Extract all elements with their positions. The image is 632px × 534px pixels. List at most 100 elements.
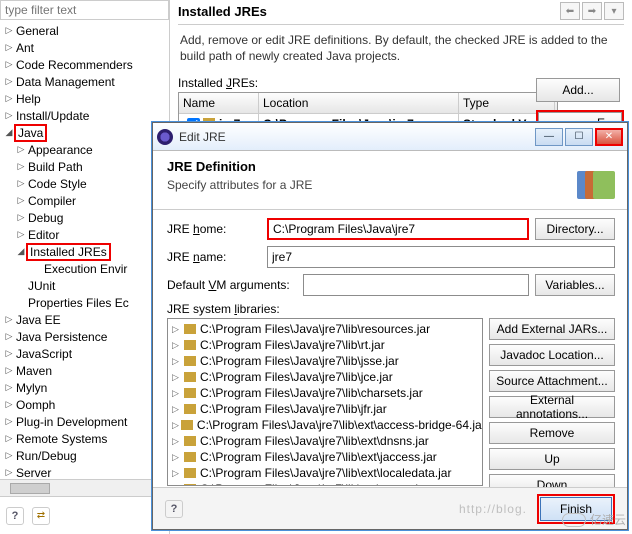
expand-icon[interactable]: ▷ <box>4 382 14 393</box>
expand-icon[interactable]: ▷ <box>4 399 14 410</box>
col-location[interactable]: Location <box>259 93 459 113</box>
expand-icon[interactable]: ▷ <box>4 314 14 325</box>
tree-item-code-recommenders[interactable]: ▷Code Recommenders <box>0 56 169 73</box>
expand-icon[interactable]: ▷ <box>4 42 14 53</box>
expand-icon[interactable]: ▷ <box>4 450 14 461</box>
tree-item-general[interactable]: ▷General <box>0 22 169 39</box>
expand-icon[interactable]: ▷ <box>4 416 14 427</box>
jre-home-input[interactable] <box>267 218 529 240</box>
tree-item-debug[interactable]: ▷Debug <box>0 209 169 226</box>
expand-icon[interactable]: ▷ <box>172 356 182 367</box>
library-item[interactable]: ▷C:\Program Files\Java\jre7\lib\charsets… <box>168 385 482 401</box>
dialog-titlebar[interactable]: Edit JRE — ☐ ✕ <box>153 123 627 151</box>
expand-icon[interactable]: ▷ <box>16 195 26 206</box>
tree-item-java-persistence[interactable]: ▷Java Persistence <box>0 328 169 345</box>
tree-item-build-path[interactable]: ▷Build Path <box>0 158 169 175</box>
directory-button[interactable]: Directory... <box>535 218 615 240</box>
expand-icon[interactable]: ▷ <box>4 93 14 104</box>
tree-item-execution-envir[interactable]: Execution Envir <box>0 260 169 277</box>
expand-icon[interactable]: ▷ <box>172 436 182 447</box>
expand-icon[interactable]: ▷ <box>172 324 182 335</box>
tree-item-java[interactable]: ◢Java <box>0 124 169 141</box>
filter-input[interactable] <box>0 0 169 20</box>
expand-icon[interactable]: ▷ <box>4 25 14 36</box>
tree-item-editor[interactable]: ▷Editor <box>0 226 169 243</box>
library-item[interactable]: ▷C:\Program Files\Java\jre7\lib\jfr.jar <box>168 401 482 417</box>
library-item[interactable]: ▷C:\Program Files\Java\jre7\lib\ext\acce… <box>168 417 482 433</box>
expand-icon[interactable]: ▷ <box>16 212 26 223</box>
tree-item-mylyn[interactable]: ▷Mylyn <box>0 379 169 396</box>
tree-item-properties-files-ec[interactable]: Properties Files Ec <box>0 294 169 311</box>
expand-icon[interactable]: ▷ <box>4 76 14 87</box>
library-item[interactable]: ▷C:\Program Files\Java\jre7\lib\ext\dnsn… <box>168 433 482 449</box>
tree-item-maven[interactable]: ▷Maven <box>0 362 169 379</box>
tree-item-data-management[interactable]: ▷Data Management <box>0 73 169 90</box>
maximize-button[interactable]: ☐ <box>565 128 593 146</box>
expand-icon[interactable]: ▷ <box>172 420 179 431</box>
tree-item-compiler[interactable]: ▷Compiler <box>0 192 169 209</box>
tree-item-code-style[interactable]: ▷Code Style <box>0 175 169 192</box>
library-item[interactable]: ▷C:\Program Files\Java\jre7\lib\jce.jar <box>168 369 482 385</box>
tree-item-install-update[interactable]: ▷Install/Update <box>0 107 169 124</box>
tree-item-plug-in-development[interactable]: ▷Plug-in Development <box>0 413 169 430</box>
dialog-help-icon[interactable]: ? <box>165 500 183 518</box>
expand-icon[interactable]: ▷ <box>172 404 182 415</box>
expand-icon[interactable]: ▷ <box>172 340 182 351</box>
expand-icon[interactable]: ▷ <box>4 467 14 478</box>
expand-icon[interactable]: ▷ <box>4 59 14 70</box>
library-item[interactable]: ▷C:\Program Files\Java\jre7\lib\ext\loca… <box>168 465 482 481</box>
tree-item-javascript[interactable]: ▷JavaScript <box>0 345 169 362</box>
expand-icon[interactable]: ▷ <box>4 365 14 376</box>
tree-item-installed-jres[interactable]: ◢Installed JREs <box>0 243 169 260</box>
expand-icon[interactable]: ▷ <box>4 110 14 121</box>
expand-icon[interactable]: ◢ <box>4 127 14 138</box>
library-item[interactable]: ▷C:\Program Files\Java\jre7\lib\ext\jacc… <box>168 449 482 465</box>
expand-icon[interactable]: ▷ <box>4 348 14 359</box>
tree-item-help[interactable]: ▷Help <box>0 90 169 107</box>
tree-item-ant[interactable]: ▷Ant <box>0 39 169 56</box>
add-button[interactable]: Add... <box>536 78 620 102</box>
library-item[interactable]: ▷C:\Program Files\Java\jre7\lib\jsse.jar <box>168 353 482 369</box>
library-item[interactable]: ▷C:\Program Files\Java\jre7\lib\rt.jar <box>168 337 482 353</box>
lib-remove-button[interactable]: Remove <box>489 422 615 444</box>
expand-icon[interactable]: ▷ <box>172 484 182 487</box>
horizontal-scrollbar[interactable] <box>0 479 169 496</box>
library-item[interactable]: ▷C:\Program Files\Java\jre7\lib\resource… <box>168 321 482 337</box>
menu-button[interactable]: ▾ <box>604 2 624 20</box>
tree-item-junit[interactable]: JUnit <box>0 277 169 294</box>
variables-button[interactable]: Variables... <box>535 274 615 296</box>
external-annotations-button[interactable]: External annotations... <box>489 396 615 418</box>
expand-icon[interactable]: ▷ <box>16 229 26 240</box>
forward-button[interactable]: ➡ <box>582 2 602 20</box>
system-libraries-list[interactable]: ▷C:\Program Files\Java\jre7\lib\resource… <box>167 318 483 486</box>
vm-args-input[interactable] <box>303 274 529 296</box>
expand-icon[interactable]: ▷ <box>4 331 14 342</box>
source-attachment-button[interactable]: Source Attachment... <box>489 370 615 392</box>
expand-icon[interactable]: ▷ <box>172 388 182 399</box>
import-export-icon[interactable]: ⇄ <box>32 507 50 525</box>
lib-up-button[interactable]: Up <box>489 448 615 470</box>
expand-icon[interactable]: ▷ <box>16 178 26 189</box>
close-button[interactable]: ✕ <box>595 128 623 146</box>
jre-name-input[interactable] <box>267 246 615 268</box>
expand-icon[interactable]: ▷ <box>172 468 182 479</box>
tree-item-oomph[interactable]: ▷Oomph <box>0 396 169 413</box>
expand-icon[interactable]: ◢ <box>16 246 26 257</box>
expand-icon[interactable]: ▷ <box>16 144 26 155</box>
col-name[interactable]: Name <box>179 93 259 113</box>
minimize-button[interactable]: — <box>535 128 563 146</box>
expand-icon[interactable]: ▷ <box>172 372 182 383</box>
expand-icon[interactable]: ▷ <box>16 161 26 172</box>
expand-icon[interactable]: ▷ <box>172 452 182 463</box>
tree-item-remote-systems[interactable]: ▷Remote Systems <box>0 430 169 447</box>
back-button[interactable]: ⬅ <box>560 2 580 20</box>
tree-item-server[interactable]: ▷Server <box>0 464 169 479</box>
tree-item-appearance[interactable]: ▷Appearance <box>0 141 169 158</box>
library-item[interactable]: ▷C:\Program Files\Java\jre7\lib\ext\sune… <box>168 481 482 486</box>
tree-item-java-ee[interactable]: ▷Java EE <box>0 311 169 328</box>
add-external-jars-button[interactable]: Add External JARs... <box>489 318 615 340</box>
tree-item-run-debug[interactable]: ▷Run/Debug <box>0 447 169 464</box>
expand-icon[interactable]: ▷ <box>4 433 14 444</box>
help-icon[interactable]: ? <box>6 507 24 525</box>
javadoc-location-button[interactable]: Javadoc Location... <box>489 344 615 366</box>
